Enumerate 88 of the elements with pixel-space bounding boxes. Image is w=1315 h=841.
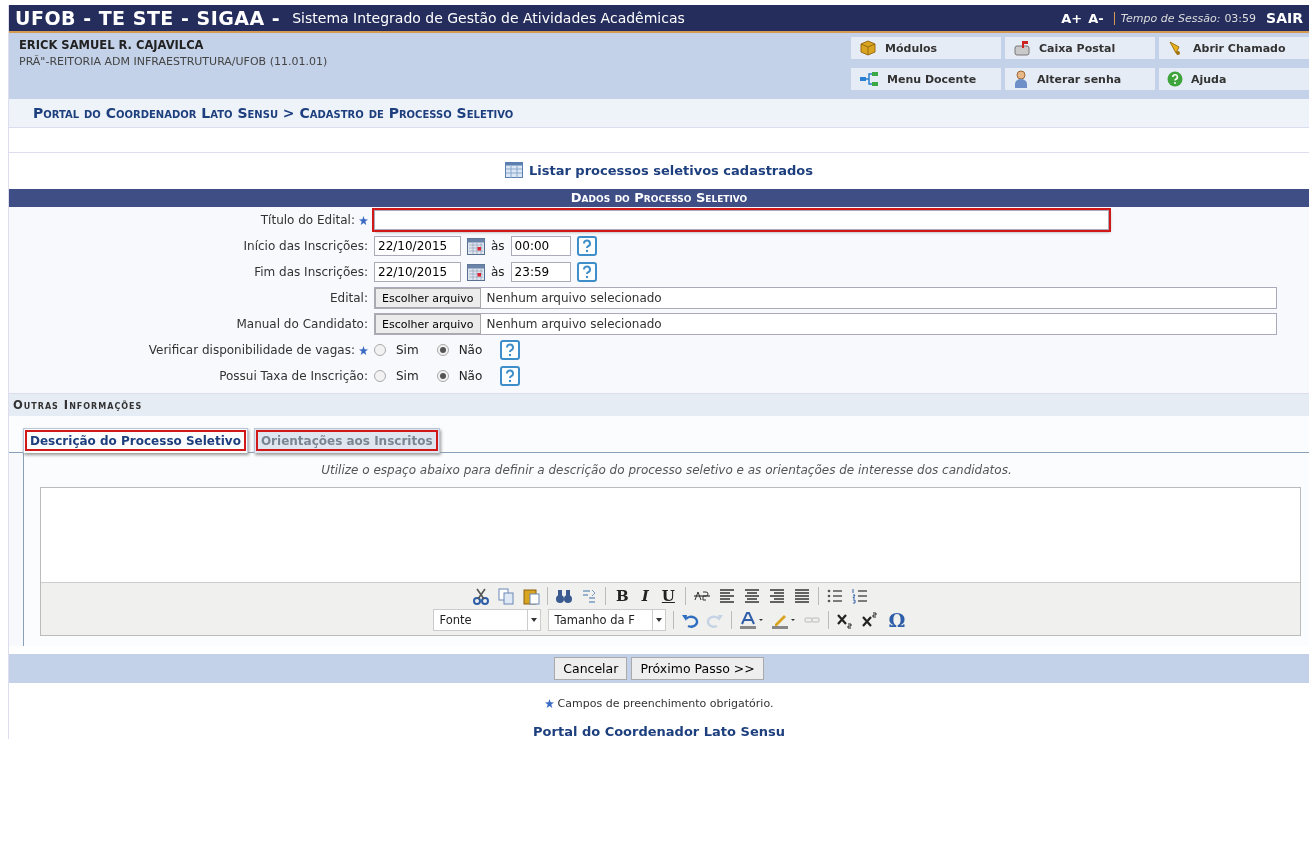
form-button[interactable]: Próximo Passo >> (631, 657, 764, 680)
radio-button[interactable] (374, 370, 386, 382)
file-status: Nenhum arquivo selecionado (485, 317, 662, 331)
help-icon[interactable] (576, 236, 597, 256)
file-field[interactable]: Escolher arquivo Nenhum arquivo selecionado (374, 287, 1277, 309)
at-label: às (491, 265, 505, 279)
choose-file-button[interactable]: Escolher arquivo (375, 314, 481, 334)
field-label: Título do Edital: (260, 213, 355, 227)
shortcut-link[interactable]: Caixa Postal (1005, 37, 1155, 59)
help-icon[interactable] (576, 262, 597, 282)
radio-button[interactable] (374, 344, 386, 356)
form-button[interactable]: Cancelar (554, 657, 628, 680)
calendar-icon[interactable] (467, 237, 485, 255)
copy-icon[interactable] (497, 587, 516, 605)
table-icon (504, 162, 523, 178)
cut-icon[interactable] (472, 587, 491, 605)
dropdown-caret-icon[interactable] (655, 618, 662, 622)
date-field[interactable]: 22/10/2015 (374, 236, 461, 256)
person-icon (1013, 70, 1029, 88)
tree-icon (859, 71, 879, 87)
bold-button[interactable]: B (613, 587, 632, 605)
help-icon[interactable] (500, 366, 521, 386)
font-select[interactable]: Fonte (432, 609, 541, 631)
required-note: Campos de preenchimento obrigatório. (557, 697, 774, 710)
user-unit: PRÃ"-REITORIA ADM INFRAESTRUTURA/UFOB (11.01.01) (19, 55, 329, 68)
align-right-icon[interactable] (767, 587, 786, 605)
text-color-icon[interactable] (738, 611, 764, 629)
field-label: Início das Inscrições: (243, 239, 368, 253)
radio-button[interactable] (436, 370, 449, 382)
radio-label: Sim (396, 369, 419, 383)
field-label: Edital: (330, 291, 368, 305)
underline-button[interactable]: U (658, 587, 678, 605)
numbered-list-icon[interactable] (850, 587, 869, 605)
file-field[interactable]: Escolher arquivo Nenhum arquivo selecionado (374, 313, 1277, 335)
superscript-icon[interactable] (860, 611, 879, 629)
dropdown-caret-icon[interactable] (530, 618, 537, 622)
date-field[interactable]: 22/10/2015 (374, 262, 461, 282)
binoculars-icon[interactable] (555, 587, 574, 605)
user-name: ERICK SAMUEL R. CAJAVILCA (19, 38, 205, 52)
font-increase-link[interactable]: A+ (1061, 10, 1083, 26)
shortcut-link[interactable]: Ajuda (1159, 68, 1309, 90)
title-field[interactable] (374, 210, 1109, 230)
font-size-select[interactable]: Tamanho da F (547, 609, 666, 631)
time-field[interactable]: 23:59 (510, 262, 571, 282)
choose-file-button[interactable]: Escolher arquivo (375, 288, 481, 308)
bullet-list-icon[interactable] (825, 587, 844, 605)
file-status: Nenhum arquivo selecionado (485, 291, 662, 305)
help-icon[interactable] (500, 340, 521, 360)
shortcut-link[interactable]: Menu Docente (851, 68, 1001, 90)
session-time: 03:59 (1224, 11, 1257, 25)
shortcut-link[interactable]: Alterar senha (1005, 68, 1155, 90)
required-star-icon (544, 699, 554, 708)
form-header: Dados do Processo Seletivo (9, 189, 1309, 207)
field-label: Possui Taxa de Inscrição: (219, 369, 368, 383)
align-left-icon[interactable] (717, 587, 736, 605)
system-name: UFOB - TE STE - SIGAA - (15, 7, 281, 29)
font-decrease-link[interactable]: A- (1088, 10, 1104, 26)
time-field[interactable]: 00:00 (510, 236, 571, 256)
radio-button[interactable] (436, 344, 449, 356)
box-icon (859, 39, 877, 57)
radio-label: Não (458, 369, 483, 383)
help-icon (1167, 71, 1183, 87)
hint-text: Utilize o espaço abaixo para definir a descrição do processo seletivo e as orientações de interesse dos candidatos. (320, 463, 1013, 477)
field-label: Verificar disponibilidade de vagas: (148, 343, 355, 357)
align-center-icon[interactable] (742, 587, 761, 605)
special-character-button[interactable]: Ω (885, 609, 909, 631)
required-star-icon (359, 216, 368, 225)
system-title: Sistema Integrado de Gestão de Atividades Acadêmicas (292, 10, 685, 26)
list-link[interactable]: Listar processos seletivos cadastrados (528, 162, 814, 178)
italic-button[interactable]: I (638, 587, 652, 605)
breadcrumb: Portal do Coordenador Lato Sensu > Cadastro de Processo Seletivo (9, 99, 1309, 128)
field-label: Manual do Candidato: (236, 317, 368, 331)
required-star-icon (359, 346, 368, 355)
justify-icon[interactable] (792, 587, 811, 605)
portal-link[interactable]: Portal do Coordenador Lato Sensu (533, 724, 785, 739)
shortcut-link[interactable]: Abrir Chamado (1159, 37, 1309, 59)
logout-link[interactable]: SAIR (1266, 10, 1303, 26)
tab[interactable]: Descrição do Processo Seletivo (23, 428, 248, 453)
radio-label: Sim (396, 343, 419, 357)
mailbox-icon (1013, 39, 1031, 57)
at-label: às (491, 239, 505, 253)
radio-label: Não (458, 343, 483, 357)
section-header: Outras Informações (9, 393, 1309, 416)
field-label: Fim das Inscrições: (254, 265, 368, 279)
session-label: Tempo de Sessão: (1113, 11, 1221, 25)
calendar-icon[interactable] (467, 263, 485, 281)
shortcut-link[interactable]: Módulos (851, 37, 1001, 59)
paste-icon[interactable] (522, 587, 541, 605)
